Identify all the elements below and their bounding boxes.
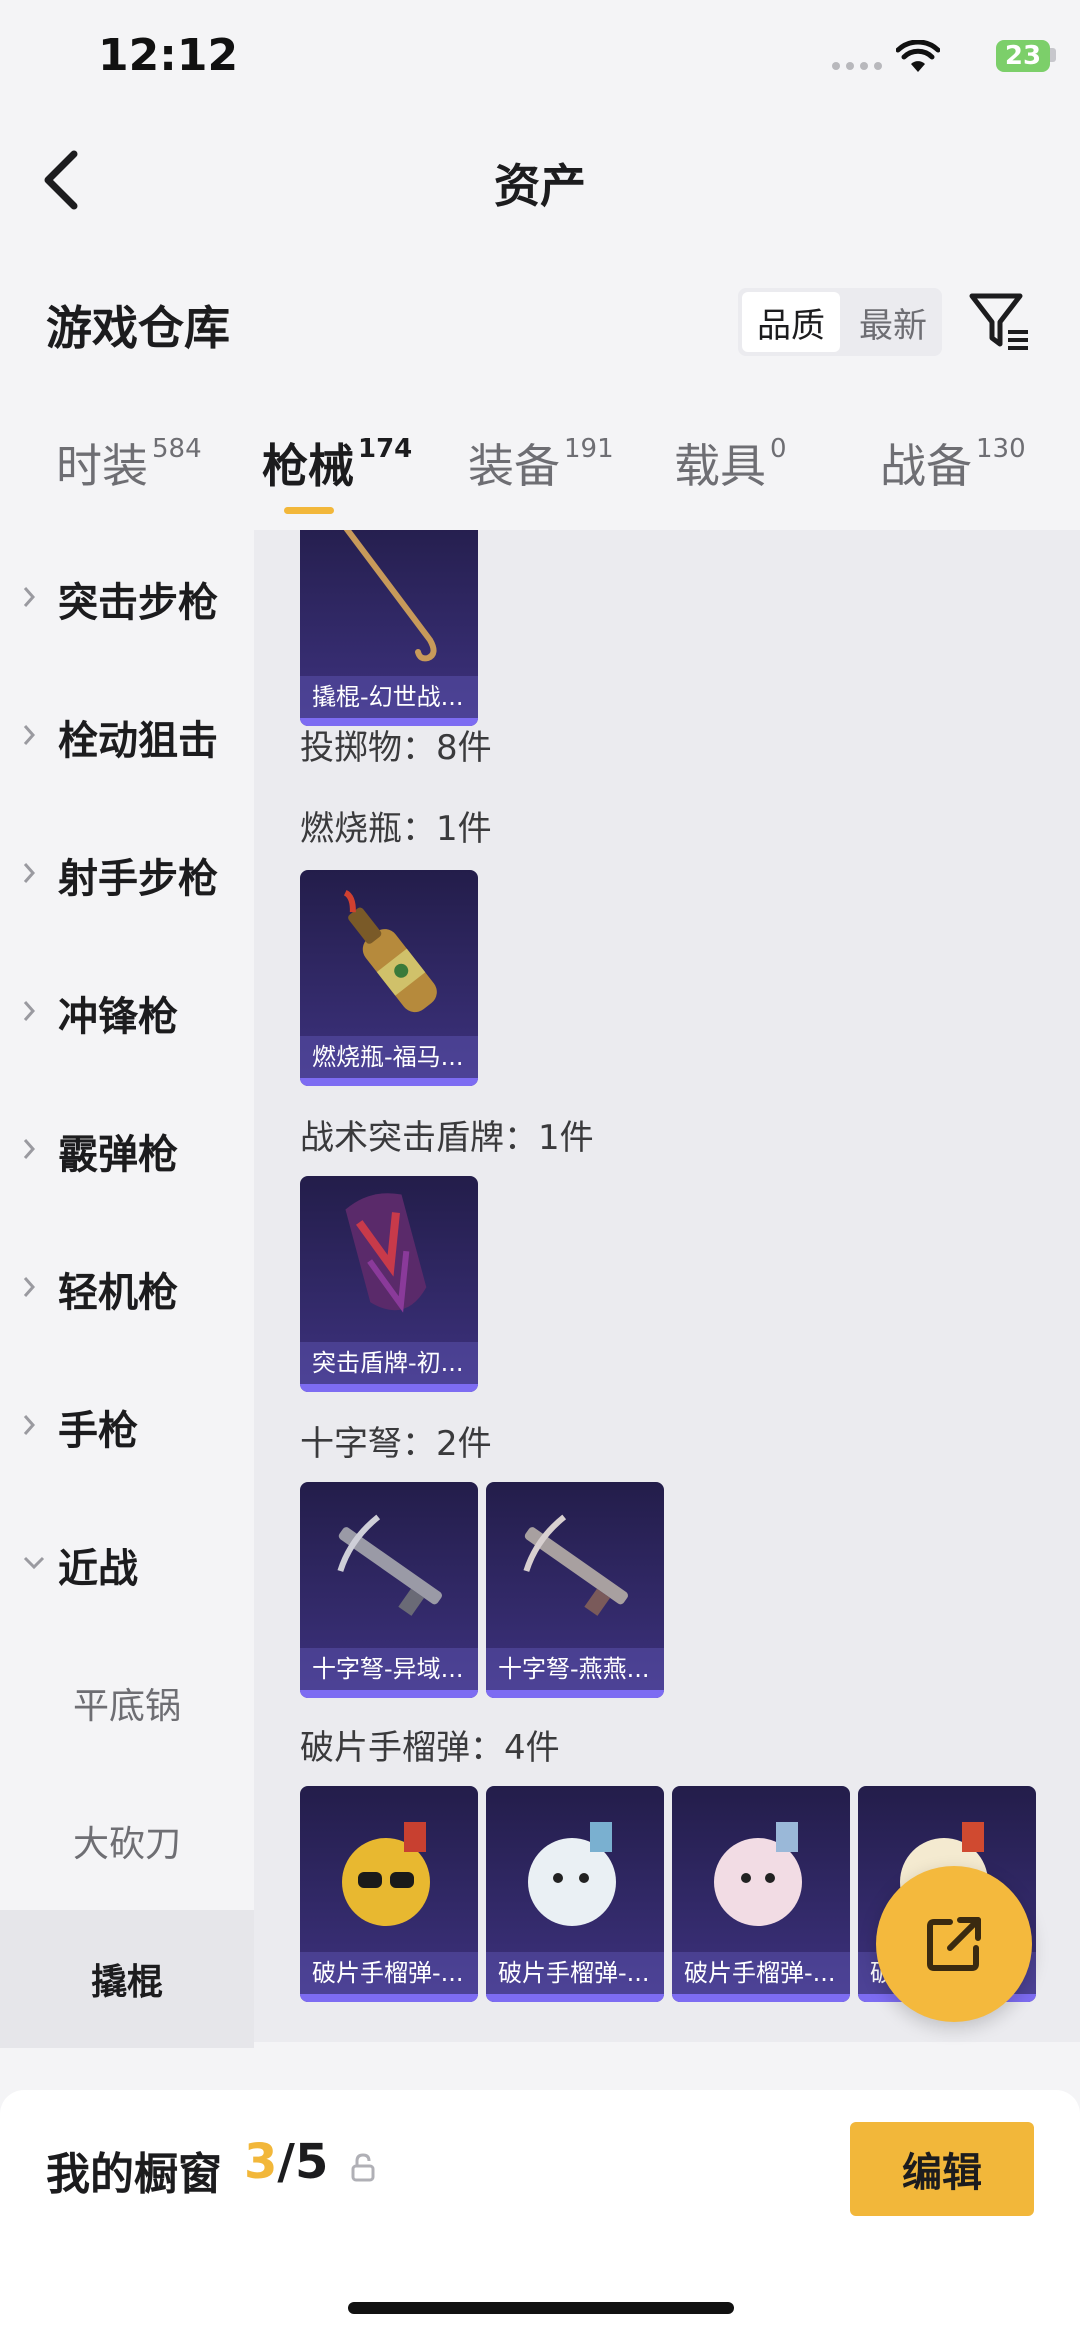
sidebar-subitem-machete[interactable]: 大砍刀 bbox=[0, 1772, 254, 1910]
tab-fashion[interactable]: 时装 584 bbox=[56, 430, 202, 496]
sort-quality-button[interactable]: 品质 bbox=[742, 292, 840, 352]
section-header-throwables: 投掷物：8件 bbox=[300, 728, 492, 768]
item-card-crossbow-1[interactable]: 十字弩-异域... bbox=[300, 1482, 478, 1698]
battery-level: 23 bbox=[1004, 41, 1042, 71]
item-card-caption: 十字弩-异域... bbox=[300, 1648, 478, 1690]
section-title-shield: 战术突击盾牌：1件 bbox=[300, 1118, 594, 1158]
chevron-right-icon bbox=[22, 723, 44, 751]
item-card-caption: 十字弩-燕燕... bbox=[486, 1648, 664, 1690]
chevron-right-icon bbox=[22, 861, 44, 889]
page-title: 资产 bbox=[494, 159, 586, 213]
grenade-icon bbox=[528, 1822, 616, 1926]
chevron-right-icon bbox=[22, 1275, 44, 1303]
item-card-caption: 破片手榴弹-... bbox=[300, 1952, 478, 1994]
active-tab-indicator bbox=[284, 507, 334, 514]
item-grid: 撬棍-幻世战... 投掷物：8件 燃烧瓶：1件 燃烧瓶-福马... 战术突击盾牌… bbox=[254, 530, 1080, 2042]
sidebar-subitem-crowbar[interactable]: 撬棍 bbox=[0, 1910, 254, 2048]
tab-supplies[interactable]: 战备 130 bbox=[880, 430, 1026, 496]
filter-icon[interactable] bbox=[968, 290, 1032, 358]
sidebar: 突击步枪 栓动狙击 射手步枪 冲锋枪 霰弹枪 轻机枪 手枪 近战 平底锅 大砍刀… bbox=[0, 530, 254, 2048]
battery-icon: 23 bbox=[996, 40, 1050, 72]
item-card-caption: 破片手榴弹-... bbox=[672, 1952, 850, 1994]
crowbar-icon bbox=[343, 530, 437, 662]
wifi-icon bbox=[895, 39, 941, 78]
share-icon bbox=[927, 1917, 981, 1971]
share-button[interactable] bbox=[876, 1866, 1032, 2022]
sidebar-item-marksman-rifle[interactable]: 射手步枪 bbox=[0, 806, 254, 944]
sidebar-subitem-frying-pan[interactable]: 平底锅 bbox=[0, 1634, 254, 1772]
grenade-icon bbox=[714, 1822, 802, 1926]
section-title-frag-grenade: 破片手榴弹：4件 bbox=[300, 1728, 560, 1768]
item-card-crossbow-2[interactable]: 十字弩-燕燕... bbox=[486, 1482, 664, 1698]
molotov-icon bbox=[343, 889, 437, 1013]
item-card-rarity-bar bbox=[672, 1994, 850, 2002]
item-card-grenade-2[interactable]: 破片手榴弹-... bbox=[486, 1786, 664, 2002]
battery-cap bbox=[1050, 48, 1056, 62]
chevron-down-icon bbox=[22, 1555, 45, 1575]
grenade-icon bbox=[342, 1822, 430, 1926]
sidebar-item-melee[interactable]: 近战 bbox=[0, 1496, 254, 1634]
item-card-shield[interactable]: 突击盾牌-初... bbox=[300, 1176, 478, 1392]
item-card-rarity-bar bbox=[486, 1994, 664, 2002]
crossbow-icon bbox=[523, 1514, 628, 1616]
sidebar-item-bolt-sniper[interactable]: 栓动狙击 bbox=[0, 668, 254, 806]
shield-icon bbox=[345, 1193, 427, 1313]
item-card-rarity-bar bbox=[300, 1690, 478, 1698]
item-card-caption: 破片手榴弹-... bbox=[486, 1952, 664, 1994]
item-card-grenade-1[interactable]: 破片手榴弹-... bbox=[300, 1786, 478, 2002]
showcase-count: 3/5 bbox=[244, 2134, 329, 2190]
sidebar-item-assault-rifle[interactable]: 突击步枪 bbox=[0, 530, 254, 668]
tab-vehicles[interactable]: 载具 0 bbox=[674, 430, 787, 496]
home-indicator bbox=[348, 2302, 734, 2314]
lock-icon bbox=[350, 2152, 376, 2186]
chevron-right-icon bbox=[22, 585, 44, 613]
sort-latest-button[interactable]: 最新 bbox=[844, 288, 942, 356]
section-title-molotov: 燃烧瓶：1件 bbox=[300, 809, 492, 849]
tab-equipment[interactable]: 装备 191 bbox=[468, 430, 614, 496]
cellular-signal-icon bbox=[832, 62, 882, 70]
crossbow-icon bbox=[337, 1514, 442, 1616]
status-time: 12:12 bbox=[98, 30, 239, 81]
item-card-rarity-bar bbox=[300, 1994, 478, 2002]
sort-toggle: 品质 最新 bbox=[738, 288, 942, 356]
chevron-right-icon bbox=[22, 1413, 44, 1441]
warehouse-title: 游戏仓库 bbox=[46, 301, 230, 355]
item-card-caption: 撬棍-幻世战... bbox=[300, 676, 478, 718]
item-card-molotov[interactable]: 燃烧瓶-福马... bbox=[300, 870, 478, 1086]
sidebar-item-lmg[interactable]: 轻机枪 bbox=[0, 1220, 254, 1358]
item-card-rarity-bar bbox=[300, 1384, 478, 1392]
tab-firearms[interactable]: 枪械 174 bbox=[262, 430, 412, 496]
sidebar-item-smg[interactable]: 冲锋枪 bbox=[0, 944, 254, 1082]
edit-button[interactable]: 编辑 bbox=[850, 2122, 1034, 2216]
chevron-right-icon bbox=[22, 999, 44, 1027]
category-tabs: 时装 584 枪械 174 装备 191 载具 0 战备 130 bbox=[0, 430, 1080, 510]
item-card-rarity-bar bbox=[300, 1078, 478, 1086]
item-card-caption: 燃烧瓶-福马... bbox=[300, 1036, 478, 1078]
sidebar-item-shotgun[interactable]: 霰弹枪 bbox=[0, 1082, 254, 1220]
sidebar-item-pistol[interactable]: 手枪 bbox=[0, 1358, 254, 1496]
showcase-title: 我的橱窗 bbox=[46, 2149, 222, 2200]
item-card-crowbar[interactable]: 撬棍-幻世战... bbox=[300, 530, 478, 726]
item-card-rarity-bar bbox=[486, 1690, 664, 1698]
item-card-grenade-3[interactable]: 破片手榴弹-... bbox=[672, 1786, 850, 2002]
chevron-right-icon bbox=[22, 1137, 44, 1165]
item-card-caption: 突击盾牌-初... bbox=[300, 1342, 478, 1384]
section-title-crossbow: 十字弩：2件 bbox=[300, 1424, 492, 1464]
